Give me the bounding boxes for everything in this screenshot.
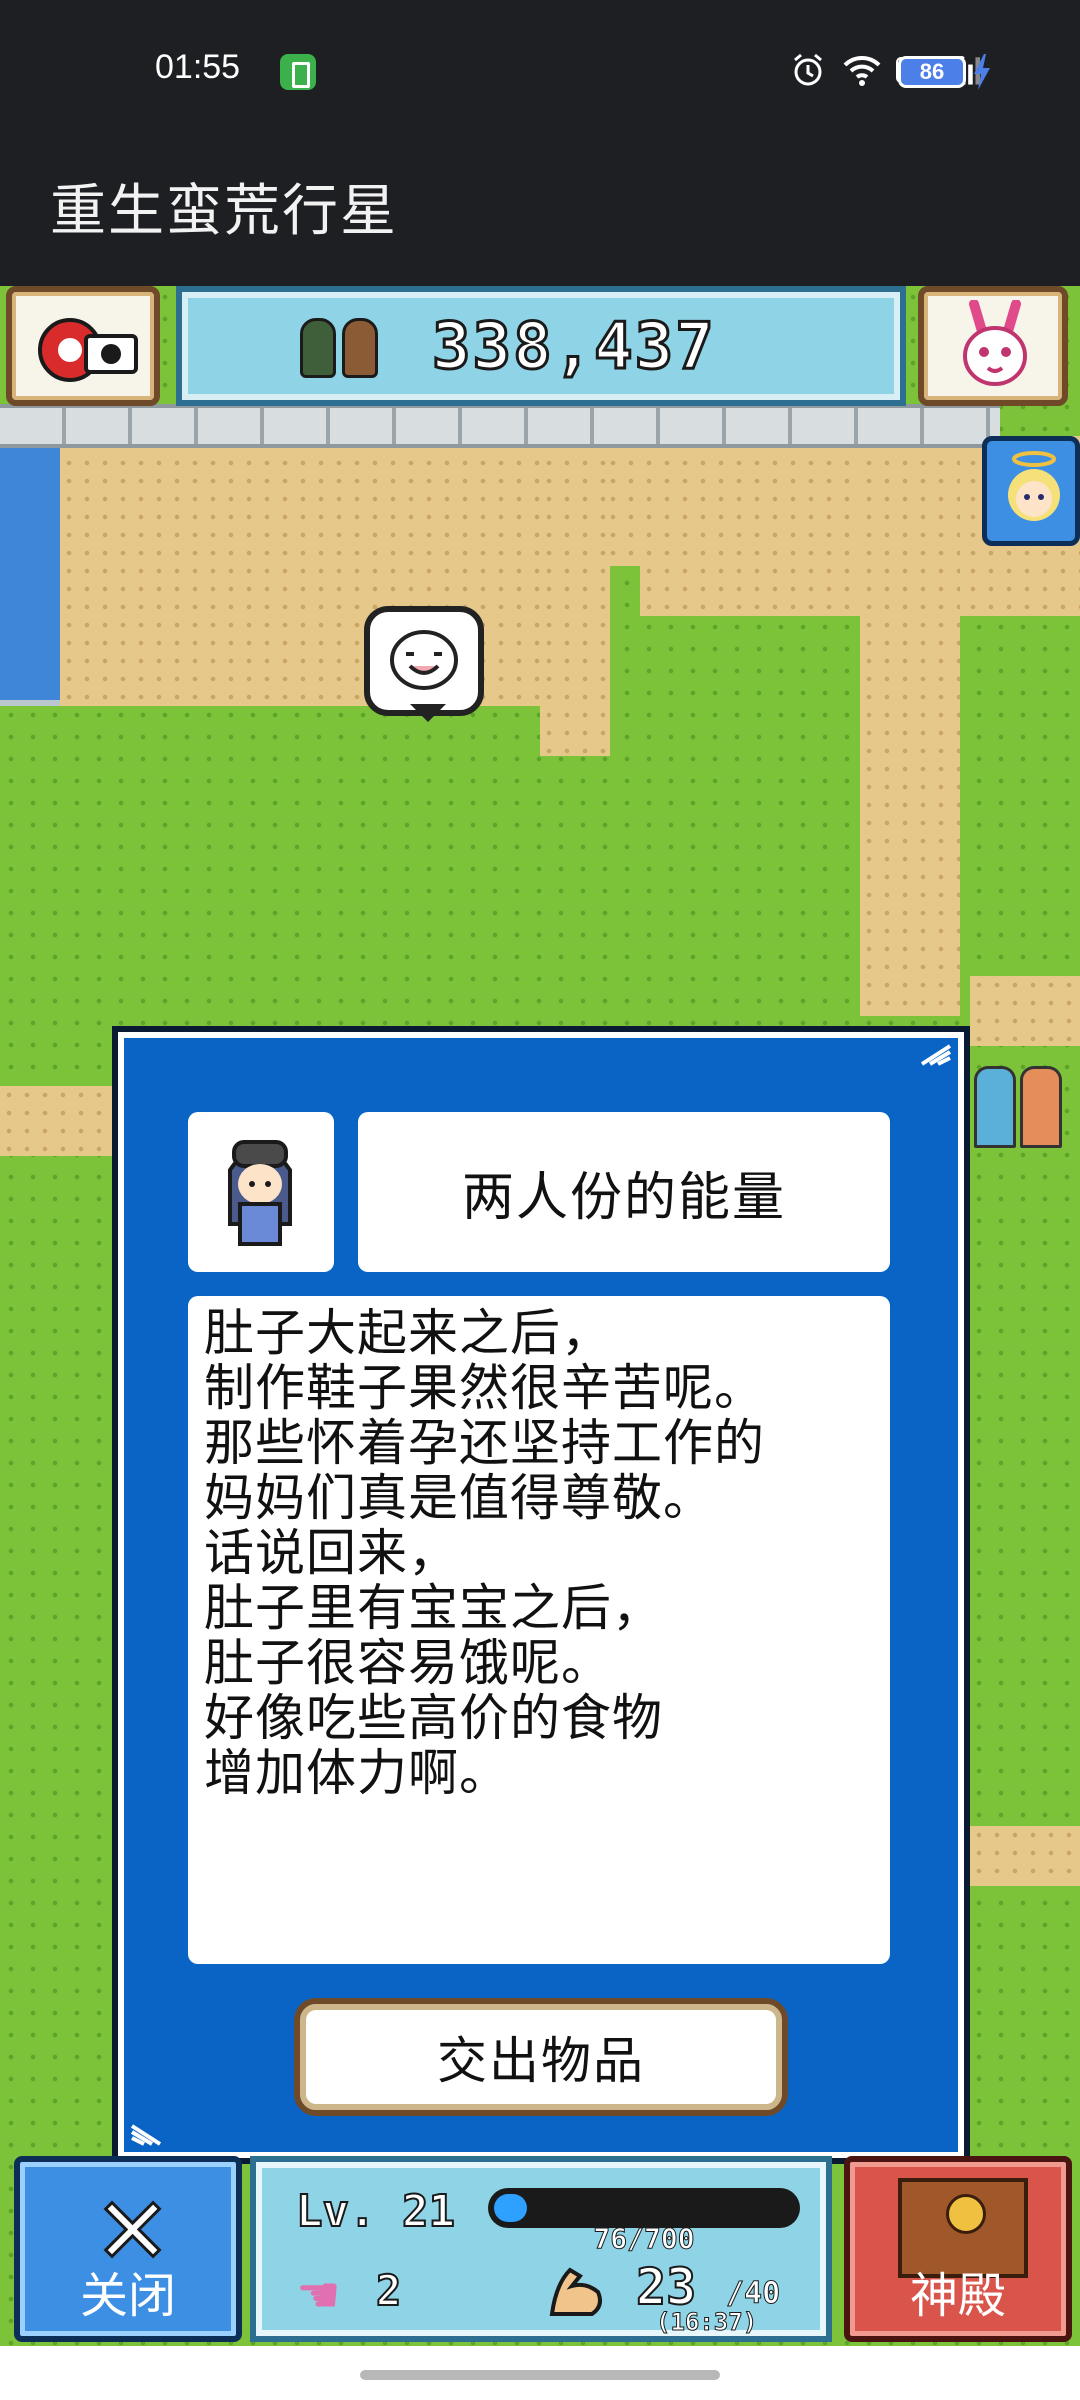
dialog-line: 肚子里有宝宝之后， (204, 1579, 663, 1637)
xp-progress-fill (494, 2194, 527, 2222)
status-bar: 01:55 HD 5G 86 (0, 0, 1080, 140)
mascot-button[interactable] (918, 286, 1068, 406)
dialog-line: 肚子大起来之后， (204, 1304, 612, 1362)
close-button[interactable]: ✕ 关闭 (14, 2156, 242, 2342)
dialog-line: 制作鞋子果然很辛苦呢。 (204, 1359, 765, 1417)
app-bar: 重生蛮荒行星 (0, 140, 1080, 286)
notification-icon (280, 54, 316, 90)
home-gesture-handle[interactable] (360, 2370, 720, 2380)
camera-icon (34, 306, 144, 390)
villager-icon (342, 318, 378, 378)
angel-avatar-icon (999, 449, 1069, 543)
battery-icon: 86 (898, 56, 966, 88)
status-time: 01:55 (155, 48, 241, 86)
villager-icon (300, 318, 336, 378)
sand-path (0, 1086, 112, 1156)
hand-icon: ☚ (296, 2266, 341, 2324)
rabbit-mascot-icon (950, 299, 1040, 400)
angel-avatar-button[interactable] (982, 436, 1080, 546)
sand-path (540, 436, 610, 756)
npc-portrait-icon (210, 1126, 310, 1260)
quest-dialog: 两人份的能量 肚子大起来之后， 制作鞋子果然很辛苦呢。 那些怀着孕还坚持工作的 … (112, 1026, 970, 2164)
house-icon (974, 1066, 1016, 1148)
dialog-line: 妈妈们真是值得尊敬。 (204, 1469, 714, 1527)
dialog-line: 好像吃些高价的食物 (204, 1689, 663, 1747)
stamina-max: /40 (725, 2276, 781, 2312)
muscle-arm-icon (544, 2262, 608, 2335)
dialog-line: 那些怀着孕还坚持工作的 (204, 1414, 765, 1472)
alarm-icon (788, 50, 828, 90)
temple-button[interactable]: 神殿 (844, 2156, 1072, 2342)
player-status-panel: Lv. 21 76/700 ☚ 2 23 /40 (16:37) (250, 2156, 832, 2342)
npc-speech-bubble[interactable] (364, 606, 484, 722)
sand-path (860, 436, 960, 1016)
dialog-line: 肚子很容易饿呢。 (204, 1634, 612, 1692)
stone-fence (0, 404, 1000, 448)
dialog-title: 两人份的能量 (461, 1167, 786, 1228)
population-count: 338,437 (431, 309, 716, 386)
camera-button[interactable] (6, 286, 160, 406)
temple-label: 神殿 (909, 2268, 1006, 2324)
hand-over-item-label: 交出物品 (437, 2032, 645, 2090)
hand-over-item-button[interactable]: 交出物品 (294, 1998, 788, 2116)
xp-text: 76/700 (593, 2222, 695, 2256)
hand-count: 2 (375, 2265, 402, 2316)
app-title: 重生蛮荒行星 (50, 179, 398, 244)
sand-path (970, 976, 1080, 1046)
corner-decoration-icon (920, 1044, 952, 1066)
corner-decoration-icon (130, 2124, 162, 2146)
dialog-line: 增加体力啊。 (204, 1744, 510, 1802)
npc-portrait (188, 1112, 334, 1272)
smiley-face-icon (388, 628, 460, 696)
villagers-icon (300, 318, 378, 378)
battery-level: 86 (919, 59, 945, 84)
wifi-icon (842, 50, 882, 90)
dialog-title-box: 两人份的能量 (358, 1112, 890, 1272)
charging-icon (972, 54, 992, 94)
population-panel: 338,437 (176, 286, 906, 406)
dialog-body: 肚子大起来之后， 制作鞋子果然很辛苦呢。 那些怀着孕还坚持工作的 妈妈们真是值得… (188, 1296, 890, 1964)
game-map[interactable]: 338,437 两人份的能量 肚子大起来之后， 制作鞋子果然很辛苦呢。 那些怀着… (0, 286, 1080, 2346)
sand-path (970, 1826, 1080, 1886)
stamina-timer: (16:37) (655, 2308, 758, 2337)
village-houses[interactable] (974, 1066, 1062, 1148)
dialog-line: 话说回来， (204, 1524, 459, 1582)
close-label: 关闭 (79, 2268, 176, 2324)
system-nav-bar (0, 2346, 1080, 2400)
player-level: Lv. 21 (295, 2185, 456, 2238)
house-icon (1020, 1066, 1062, 1148)
